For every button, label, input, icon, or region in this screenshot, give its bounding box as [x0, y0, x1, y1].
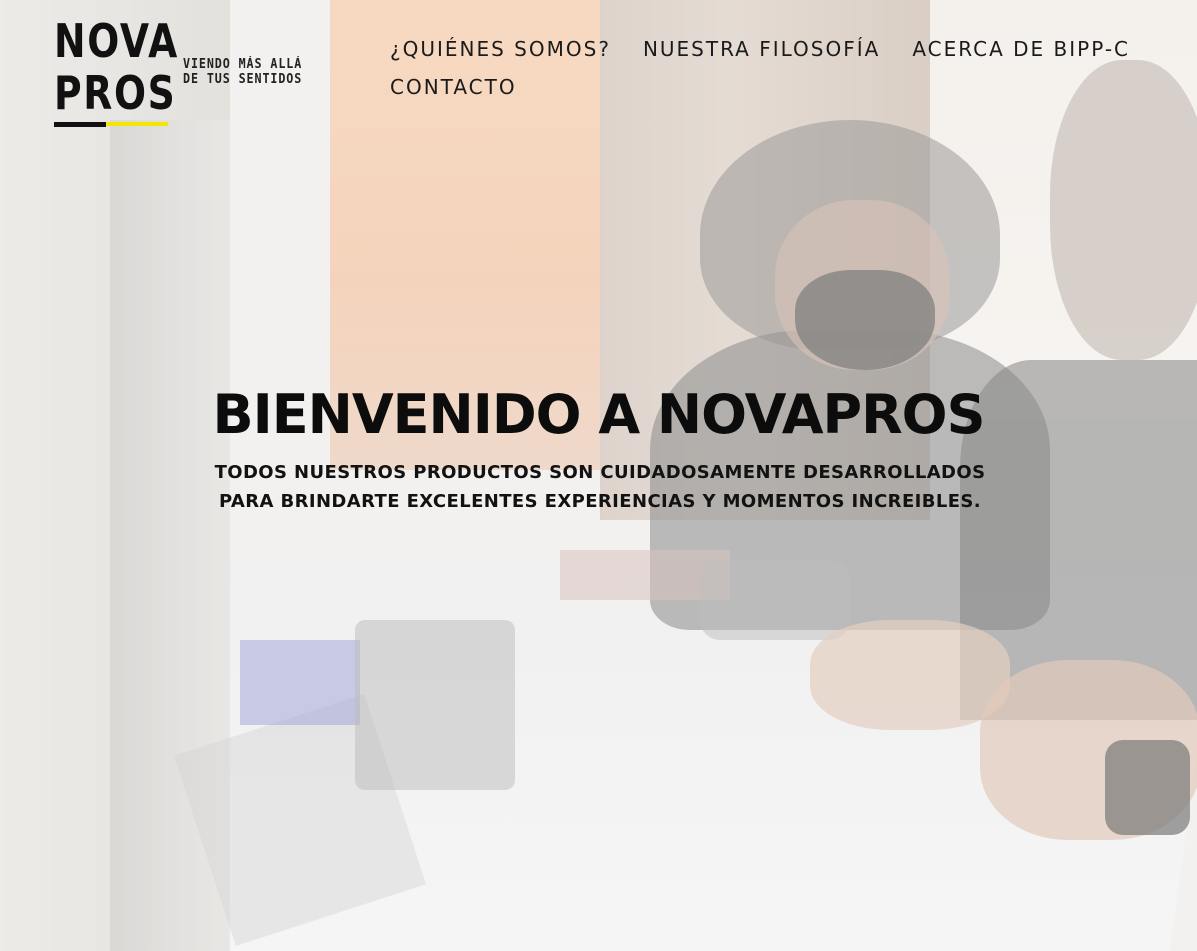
logo-underline — [54, 122, 106, 127]
nav-link-nuestra-filosofia[interactable]: NUESTRA FILOSOFÍA — [643, 36, 880, 62]
logo-tagline: VIENDO MÁS ALLÁ DE TUS SENTIDOS — [183, 57, 302, 87]
hero-title: BIENVENIDO A NOVAPROS — [212, 383, 986, 446]
nav-link-contacto[interactable]: CONTACTO — [390, 74, 517, 100]
hero-subtitle: TODOS NUESTROS PRODUCTOS SON CUIDADOSAME… — [150, 458, 1050, 516]
site-logo[interactable]: NOVA PROS VIENDO MÁS ALLÁ DE TUS SENTIDO… — [54, 18, 344, 128]
nav-link-acerca-de-bipp-c[interactable]: ACERCA DE BIPP-C — [912, 36, 1130, 62]
logo-underline-accent — [106, 122, 168, 126]
logo-word-bottom: PROS — [54, 66, 177, 120]
tagline-line-2: DE TUS SENTIDOS — [183, 72, 303, 87]
hero-subtitle-line-2: PARA BRINDARTE EXCELENTES EXPERIENCIAS Y… — [218, 491, 982, 512]
nav-link-quienes-somos[interactable]: ¿QUIÉNES SOMOS? — [390, 36, 611, 62]
tagline-line-1: VIENDO MÁS ALLÁ — [183, 57, 303, 72]
logo-mark: NOVA PROS — [54, 18, 177, 128]
main-nav: ¿QUIÉNES SOMOS? NUESTRA FILOSOFÍA ACERCA… — [390, 36, 1150, 100]
hero-subtitle-line-1: TODOS NUESTROS PRODUCTOS SON CUIDADOSAME… — [214, 462, 986, 483]
logo-word-top: NOVA — [54, 14, 180, 68]
